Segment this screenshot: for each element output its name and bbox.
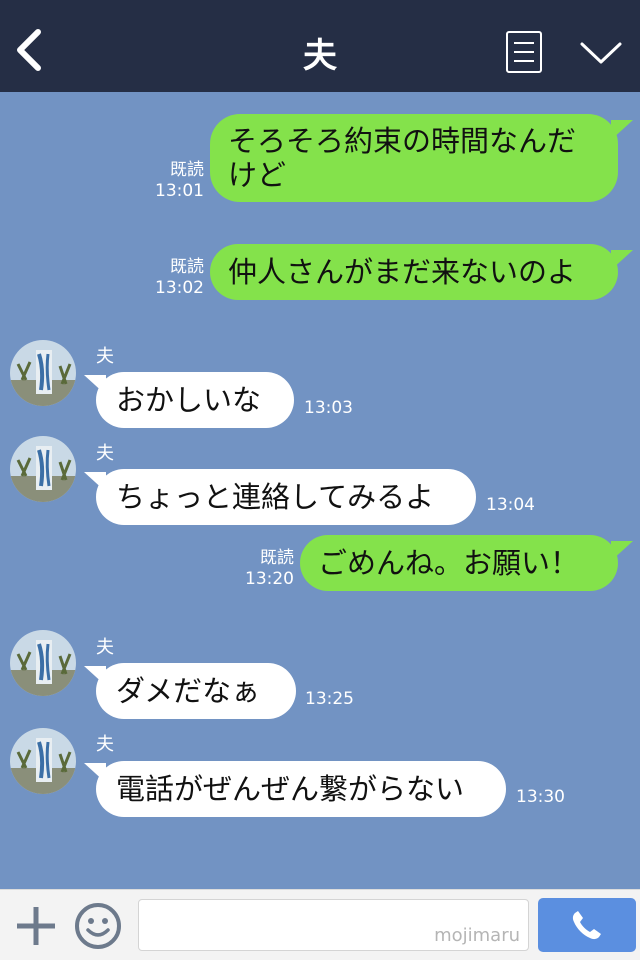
message-composer: mojimaru: [0, 889, 640, 960]
sender-name: 夫: [96, 637, 114, 658]
message-time: 13:25: [305, 689, 354, 709]
emoji-icon[interactable]: [74, 902, 122, 950]
chat-title: 夫: [303, 36, 337, 76]
message-time: 13:04: [486, 495, 535, 515]
message-time: 13:30: [516, 787, 565, 807]
sender-name: 夫: [96, 443, 114, 464]
chevron-down-icon[interactable]: [578, 36, 624, 70]
outgoing-message[interactable]: そろそろ約束の時間なんだ けど: [210, 114, 618, 202]
avatar[interactable]: [10, 436, 76, 502]
outgoing-message[interactable]: 仲人さんがまだ来ないのよ: [210, 244, 618, 300]
avatar[interactable]: [10, 728, 76, 794]
avatar[interactable]: [10, 630, 76, 696]
incoming-message[interactable]: ダメだなぁ: [96, 663, 296, 719]
message-time: 13:03: [304, 398, 353, 418]
read-receipt: 既読 13:20: [245, 548, 294, 589]
message-input[interactable]: mojimaru: [138, 899, 529, 951]
incoming-message[interactable]: ちょっと連絡してみるよ: [96, 469, 476, 525]
plus-icon[interactable]: [15, 905, 57, 947]
chat-header: 夫: [0, 0, 640, 92]
incoming-message[interactable]: おかしいな: [96, 372, 294, 428]
sender-name: 夫: [96, 346, 114, 367]
avatar[interactable]: [10, 340, 76, 406]
read-receipt: 既読 13:01: [155, 160, 204, 201]
menu-list-icon[interactable]: [506, 31, 542, 73]
call-button[interactable]: [538, 898, 636, 952]
outgoing-message[interactable]: ごめんね。お願い！: [300, 535, 618, 591]
sender-name: 夫: [96, 734, 114, 755]
back-arrow-icon[interactable]: [12, 28, 52, 72]
read-receipt: 既読 13:02: [155, 257, 204, 298]
incoming-message[interactable]: 電話がぜんぜん繋がらない: [96, 761, 506, 817]
watermark: mojimaru: [434, 925, 520, 946]
phone-icon: [572, 911, 601, 940]
chat-area[interactable]: 既読 13:01 そろそろ約束の時間なんだ けど 既読 13:02 仲人さんがまだ来…: [0, 92, 640, 889]
